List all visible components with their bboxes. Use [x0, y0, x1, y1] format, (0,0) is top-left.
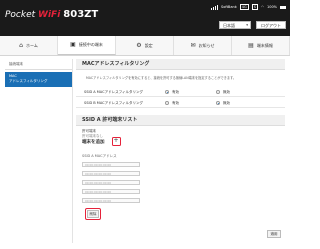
mac-address-input[interactable]: 00:00:00:00:00:00: [82, 180, 140, 185]
home-icon: ⌂: [19, 41, 23, 49]
main-nav: ⌂ ホーム ▣ 接続中の端末 ⚙ 設定 ✉ お知らせ ▤ 端末情報: [0, 36, 290, 56]
carrier-label: SoftBank: [221, 5, 237, 9]
section-description: MACアドレスフィルタリングを有効にすると、接続を許可する無線LAN端末を指定す…: [86, 76, 237, 80]
tab-device-info[interactable]: ▤ 端末情報: [232, 36, 290, 55]
sidebar: 接続端末 MAC アドレスフィルタリング: [5, 59, 73, 243]
tab-home[interactable]: ⌂ ホーム: [0, 36, 58, 55]
ssid-a-enable-label: 有効: [172, 90, 179, 94]
ssid-a-enable-radio[interactable]: [165, 90, 169, 94]
mac-address-input[interactable]: 00:00:00:00:00:00: [82, 198, 140, 203]
add-device-label: 端末を追加: [82, 140, 105, 145]
sim-badge: S: [251, 4, 258, 10]
language-select-value: 日本語: [223, 23, 235, 28]
ssid-b-enable-radio[interactable]: [165, 101, 169, 105]
sidebar-item-label-line2: アドレスフィルタリング: [9, 79, 48, 83]
battery-percent: 100%: [266, 5, 277, 9]
allowed-list-title: SSID A 許可端末リスト: [76, 115, 285, 126]
status-bar: SoftBank 4G S ◠ 100%: [211, 4, 286, 10]
mac-address-input[interactable]: 00:00:00:00:00:00: [82, 171, 140, 176]
tab-settings[interactable]: ⚙ 設定: [116, 36, 174, 55]
ssid-a-filter-row: SSID A MACアドレスフィルタリング 有効 無効: [76, 87, 285, 97]
apply-button[interactable]: 適用: [267, 230, 281, 238]
logo: Pocket WiFi 803ZT: [5, 9, 98, 20]
ssid-b-enable-label: 有効: [172, 101, 179, 105]
sidebar-item-mac-filtering[interactable]: MAC アドレスフィルタリング: [5, 72, 72, 87]
signal-icon: [211, 4, 219, 10]
tab-home-label: ホーム: [25, 42, 38, 48]
network-type-badge: 4G: [239, 4, 249, 10]
mac-address-input[interactable]: 00:00:00:00:00:00: [82, 189, 140, 194]
tab-notifications[interactable]: ✉ お知らせ: [174, 36, 232, 55]
ssid-a-disable-radio[interactable]: [216, 90, 220, 94]
tab-device-info-label: 端末情報: [256, 42, 273, 48]
tab-settings-label: 設定: [144, 42, 153, 48]
logo-wifi-text: WiFi: [38, 10, 61, 20]
header-controls: 日本語 ▾ ログアウト: [219, 21, 286, 29]
main-content: MACアドレスフィルタリング MACアドレスフィルタリングを有効にすると、接続を…: [76, 59, 285, 238]
add-device-button[interactable]: [112, 137, 121, 146]
section-title: MACアドレスフィルタリング: [76, 59, 285, 70]
ssid-b-filter-row: SSID B MACアドレスフィルタリング 有効 無効: [76, 98, 285, 108]
language-select[interactable]: 日本語 ▾: [219, 21, 251, 29]
logout-button[interactable]: ログアウト: [256, 21, 286, 29]
sidebar-heading: 接続端末: [5, 59, 72, 70]
ssid-b-filter-label: SSID B MACアドレスフィルタリング: [84, 101, 144, 105]
wifi-icon: ◠: [260, 5, 264, 9]
tab-notifications-label: お知らせ: [198, 42, 215, 48]
top-header: Pocket WiFi 803ZT SoftBank 4G S ◠ 100% 日本…: [0, 0, 290, 36]
info-icon: ▤: [248, 41, 254, 49]
logo-model-text: 803ZT: [63, 9, 99, 20]
gear-icon: ⚙: [136, 41, 142, 49]
mail-icon: ✉: [190, 41, 196, 49]
chevron-down-icon: ▾: [246, 23, 248, 27]
battery-icon: [280, 5, 286, 9]
ssid-b-disable-radio[interactable]: [216, 101, 220, 105]
ssid-b-disable-label: 無効: [223, 101, 230, 105]
ssid-a-filter-label: SSID A MACアドレスフィルタリング: [84, 90, 144, 94]
mac-address-input[interactable]: 00:00:00:00:00:00: [82, 162, 140, 167]
devices-icon: ▣: [70, 41, 76, 48]
mac-address-label: SSID A MACアドレス: [82, 154, 117, 158]
tab-connected-devices[interactable]: ▣ 接続中の端末: [58, 36, 116, 55]
logo-pocket-text: Pocket: [5, 10, 39, 20]
ssid-a-disable-label: 無効: [223, 90, 230, 94]
tab-connected-devices-label: 接続中の端末: [78, 42, 103, 47]
delete-button[interactable]: 削除: [87, 210, 99, 218]
